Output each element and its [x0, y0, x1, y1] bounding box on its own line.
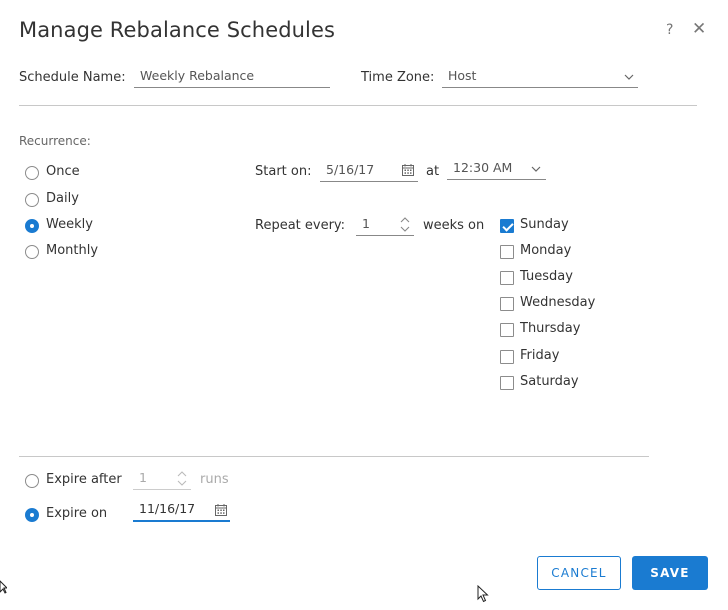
stepper-arrows-icon[interactable]	[177, 470, 187, 487]
start-date-input[interactable]: 5/16/17	[320, 161, 418, 182]
radio-expire-after[interactable]	[25, 474, 39, 488]
expire-date-value: 11/16/17	[139, 501, 196, 516]
time-zone-value: Host	[448, 68, 477, 83]
radio-expire-on[interactable]	[25, 508, 39, 522]
expire-divider	[19, 456, 649, 457]
day-label: Saturday	[520, 374, 579, 389]
close-icon[interactable]: ✕	[692, 19, 706, 39]
expire-after-label: Expire after	[46, 472, 122, 487]
at-label: at	[426, 164, 440, 179]
recurrence-option-label: Once	[46, 164, 80, 179]
day-label: Sunday	[520, 217, 569, 232]
schedule-name-value: Weekly Rebalance	[140, 68, 255, 83]
day-label: Wednesday	[520, 295, 596, 310]
time-zone-select[interactable]: Host	[442, 67, 638, 88]
radio-daily[interactable]	[25, 193, 39, 207]
checkbox-wednesday[interactable]	[500, 297, 514, 311]
repeat-interval-stepper[interactable]: 1	[356, 215, 414, 236]
radio-monthly[interactable]	[25, 245, 39, 259]
header-divider	[19, 105, 697, 106]
day-label: Monday	[520, 243, 572, 258]
radio-weekly[interactable]	[25, 219, 39, 233]
start-on-label: Start on:	[255, 164, 312, 179]
repeat-interval-value: 1	[362, 216, 370, 231]
checkbox-tuesday[interactable]	[500, 271, 514, 285]
schedule-name-input[interactable]: Weekly Rebalance	[134, 67, 330, 88]
day-label: Tuesday	[520, 269, 573, 284]
checkbox-saturday[interactable]	[500, 376, 514, 390]
recurrence-option-label: Daily	[46, 191, 79, 206]
cancel-button[interactable]: CANCEL	[537, 556, 621, 590]
start-time-value: 12:30 AM	[453, 160, 513, 175]
save-button[interactable]: SAVE	[632, 556, 708, 590]
recurrence-option-label: Weekly	[46, 217, 93, 232]
help-icon[interactable]: ?	[666, 22, 673, 38]
calendar-icon[interactable]	[215, 504, 227, 516]
time-zone-label: Time Zone:	[361, 70, 435, 85]
checkbox-thursday[interactable]	[500, 323, 514, 337]
day-label: Friday	[520, 348, 560, 363]
start-time-select[interactable]: 12:30 AM	[447, 159, 546, 180]
calendar-icon[interactable]	[402, 164, 414, 176]
radio-once[interactable]	[25, 166, 39, 180]
schedule-name-label: Schedule Name:	[19, 70, 126, 85]
recurrence-label: Recurrence:	[19, 134, 91, 148]
dialog-title: Manage Rebalance Schedules	[19, 18, 336, 42]
repeat-every-label: Repeat every:	[255, 218, 346, 233]
expire-runs-stepper[interactable]: 1	[133, 469, 191, 490]
chevron-down-icon	[531, 166, 541, 172]
mouse-cursor-icon	[477, 585, 489, 603]
expire-on-label: Expire on	[46, 506, 108, 521]
day-label: Thursday	[520, 321, 581, 336]
chevron-down-icon	[624, 74, 634, 80]
start-date-value: 5/16/17	[326, 162, 375, 177]
recurrence-option-label: Monthly	[46, 243, 99, 258]
checkbox-sunday[interactable]	[500, 219, 514, 233]
mouse-cursor-icon	[0, 580, 7, 594]
stepper-arrows-icon[interactable]	[400, 216, 410, 233]
weeks-on-label: weeks on	[423, 218, 485, 233]
runs-label: runs	[200, 472, 229, 487]
checkbox-friday[interactable]	[500, 350, 514, 364]
expire-date-input[interactable]: 11/16/17	[133, 500, 230, 522]
checkbox-monday[interactable]	[500, 245, 514, 259]
expire-runs-value: 1	[139, 470, 147, 485]
